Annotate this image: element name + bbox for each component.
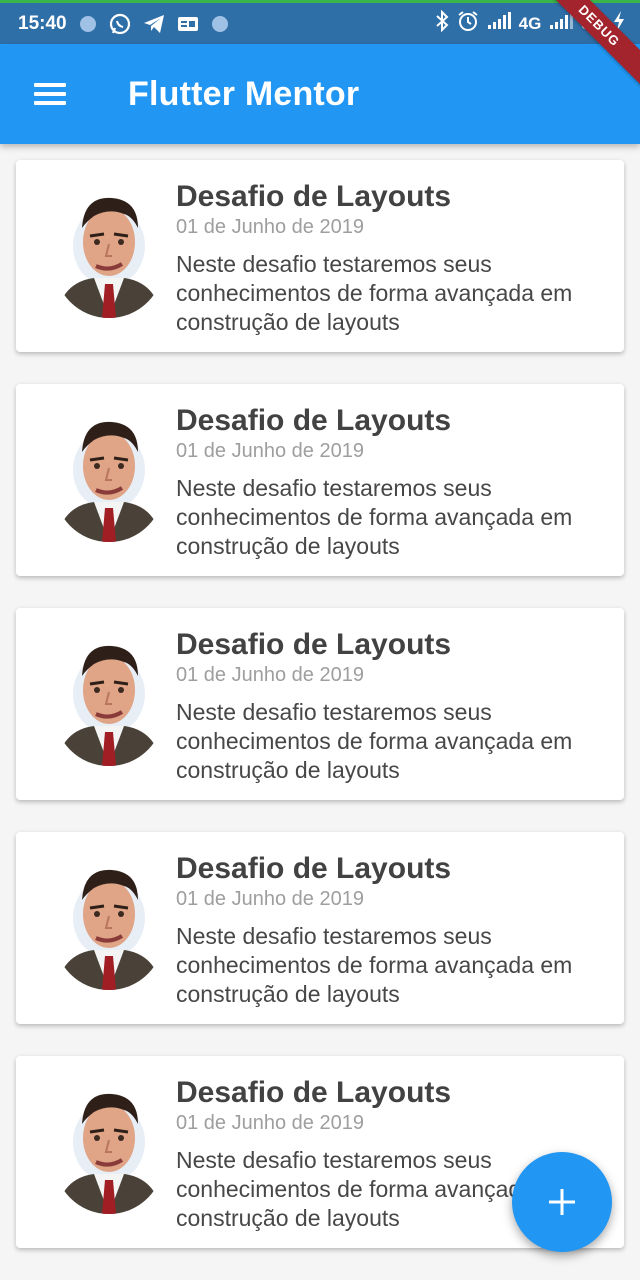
status-time: 15:40 <box>18 12 67 34</box>
avatar <box>54 418 164 542</box>
card-date: 01 de Junho de 2019 <box>176 888 364 910</box>
status-bar: 15:40 4G 3G <box>0 0 640 44</box>
card-description: Neste desafio testaremos seus conhecimen… <box>176 251 573 335</box>
app-bar: Flutter Mentor <box>0 44 640 144</box>
card-description: Neste desafio testaremos seus conhecimen… <box>176 475 573 559</box>
notification-dot-icon <box>211 15 229 33</box>
notification-dot-icon <box>79 15 97 33</box>
signal-icon <box>549 11 574 36</box>
network-type-1: 4G <box>518 13 542 33</box>
card-date: 01 de Junho de 2019 <box>176 664 364 686</box>
challenge-card[interactable]: Desafio de Layouts 01 de Junho de 2019 N… <box>16 160 624 352</box>
card-date: 01 de Junho de 2019 <box>176 216 364 238</box>
menu-button[interactable] <box>0 44 100 144</box>
bluetooth-icon <box>435 9 449 38</box>
card-date: 01 de Junho de 2019 <box>176 1112 364 1134</box>
card-date: 01 de Junho de 2019 <box>176 440 364 462</box>
card-description: Neste desafio testaremos seus conhecimen… <box>176 699 573 783</box>
add-button[interactable] <box>512 1152 612 1252</box>
card-description: Neste desafio testaremos seus conhecimen… <box>176 923 573 1007</box>
challenge-card[interactable]: Desafio de Layouts 01 de Junho de 2019 N… <box>16 832 624 1024</box>
avatar <box>54 642 164 766</box>
alarm-icon <box>457 10 479 38</box>
add-icon <box>549 1189 575 1215</box>
telegram-icon <box>143 14 165 34</box>
menu-icon <box>34 78 66 110</box>
app-title: Flutter Mentor <box>128 74 360 113</box>
challenge-card[interactable]: Desafio de Layouts 01 de Junho de 2019 N… <box>16 608 624 800</box>
card-title: Desafio de Layouts <box>176 404 452 437</box>
signal-icon <box>487 11 511 36</box>
card-title: Desafio de Layouts <box>176 628 452 661</box>
card-title: Desafio de Layouts <box>176 852 452 885</box>
message-icon <box>177 15 199 33</box>
whatsapp-icon <box>109 13 131 35</box>
avatar <box>54 194 164 318</box>
card-title: Desafio de Layouts <box>176 180 452 213</box>
avatar <box>54 1090 164 1214</box>
card-title: Desafio de Layouts <box>176 1076 452 1109</box>
avatar <box>54 866 164 990</box>
challenge-card[interactable]: Desafio de Layouts 01 de Junho de 2019 N… <box>16 384 624 576</box>
